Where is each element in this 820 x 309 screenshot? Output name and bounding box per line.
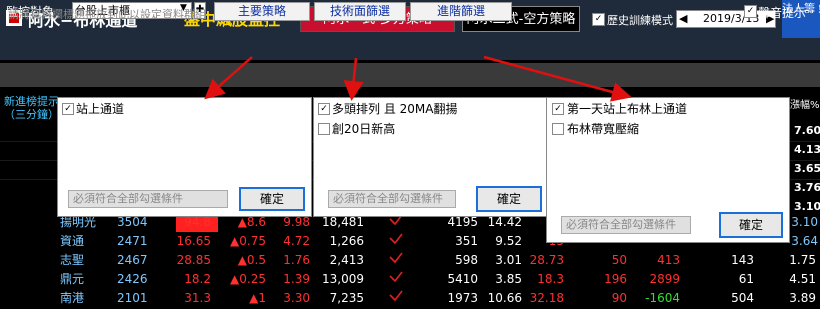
option-label: 多頭排列 且 20MA翻揚 bbox=[332, 102, 458, 116]
require-all-field: 必須符合全部勾選條件 bbox=[68, 190, 228, 208]
table-cell-pct: 1.76 bbox=[283, 253, 310, 267]
table-cell-c1: 351 bbox=[455, 234, 478, 248]
confirm-button[interactable]: 確定 bbox=[239, 187, 305, 211]
table-cell-price: 16.65 bbox=[176, 234, 211, 248]
table-cell-chg: ▲0.75 bbox=[230, 234, 266, 248]
column-header-change-pct: 漲幅% bbox=[790, 100, 820, 111]
option-label: 創20日新高 bbox=[332, 122, 396, 136]
table-cell-code: 2426 bbox=[117, 272, 148, 286]
new-list-label-line2: （三分鐘） bbox=[4, 108, 59, 121]
table-cell-c6: 61 bbox=[738, 272, 754, 286]
option-checkbox[interactable] bbox=[318, 123, 330, 135]
table-cell-c5: -1604 bbox=[645, 291, 680, 305]
confirm-button[interactable]: 確定 bbox=[719, 212, 783, 238]
table-row[interactable]: 鼎元 2426 18.2 ▲0.25 1.39 13,009 5410 3.85 18.3 196… bbox=[0, 270, 820, 289]
check-icon bbox=[386, 251, 406, 270]
table-cell-c7: 1.75 bbox=[789, 253, 816, 267]
check-icon bbox=[386, 270, 406, 289]
group-by-hint: 請將資料欄標題拖放到此以設定資料群組 bbox=[8, 8, 206, 21]
table-row[interactable]: 南港 2101 31.3 ▲1 3.30 7,235 1973 10.66 32.18 90 -16… bbox=[0, 289, 820, 308]
history-mode-checkbox[interactable]: ✓ bbox=[592, 13, 605, 26]
table-cell-c2: 9.52 bbox=[495, 234, 522, 248]
table-cell-c3: 18.3 bbox=[537, 272, 564, 286]
right-value: 3.76 bbox=[794, 181, 820, 194]
table-cell-name: 志聖 bbox=[60, 253, 85, 267]
right-value: 3.65 bbox=[794, 162, 820, 175]
table-cell-pct: 3.30 bbox=[283, 291, 310, 305]
table-cell-pct: 4.72 bbox=[283, 234, 310, 248]
check-icon bbox=[386, 232, 406, 251]
option-checkbox[interactable]: ✓ bbox=[552, 103, 564, 115]
table-cell-c4: 90 bbox=[611, 291, 627, 305]
tab-technical-filter[interactable]: 技術面篩選 bbox=[314, 2, 406, 21]
option-checkbox[interactable]: ✓ bbox=[62, 103, 74, 115]
sound-label: 聲音提示 bbox=[758, 6, 807, 20]
new-list-label: 新進榜提示 （三分鐘） bbox=[4, 95, 59, 121]
new-list-label-line1: 新進榜提示 bbox=[4, 95, 59, 108]
table-cell-c4: 50 bbox=[611, 253, 627, 267]
table-cell-price: 18.2 bbox=[184, 272, 211, 286]
tab-main-strategy[interactable]: 主要策略 bbox=[214, 2, 310, 21]
table-cell-vol: 1,266 bbox=[329, 234, 364, 248]
group-by-bar[interactable] bbox=[0, 63, 820, 87]
confirm-button[interactable]: 確定 bbox=[476, 186, 542, 212]
advanced-filter-dialog: ✓ 第一天站上布林上通道 布林帶寬壓縮 必須符合全部勾選條件 確定 bbox=[546, 97, 790, 243]
table-cell-c1: 598 bbox=[455, 253, 478, 267]
table-cell-chg: ▲0.5 bbox=[237, 253, 266, 267]
table-cell-chg: ▲0.25 bbox=[230, 272, 266, 286]
date-prev-icon[interactable]: ◀ bbox=[679, 11, 687, 27]
toolbar bbox=[0, 38, 820, 60]
require-all-field: 必須符合全部勾選條件 bbox=[561, 216, 691, 234]
table-cell-c6: 504 bbox=[731, 291, 754, 305]
option-label: 站上通道 bbox=[76, 102, 125, 116]
table-cell-c5: 413 bbox=[657, 253, 680, 267]
sound-checkbox[interactable]: ✓ bbox=[744, 5, 757, 18]
table-cell-code: 2467 bbox=[117, 253, 148, 267]
table-cell-code: 2471 bbox=[117, 234, 148, 248]
table-cell-c7: 4.51 bbox=[789, 272, 816, 286]
table-row[interactable]: 志聖 2467 28.85 ▲0.5 1.76 2,413 598 3.01 28.73 50 41… bbox=[0, 251, 820, 270]
table-cell-name: 鼎元 bbox=[60, 272, 85, 286]
table-cell-chg: ▲1 bbox=[249, 291, 266, 305]
table-cell-c2: 10.66 bbox=[487, 291, 522, 305]
table-cell-c3: 32.18 bbox=[529, 291, 564, 305]
require-all-field: 必須符合全部勾選條件 bbox=[328, 190, 456, 208]
table-cell-c1: 5410 bbox=[447, 272, 478, 286]
tab-advanced-filter[interactable]: 進階篩選 bbox=[410, 2, 512, 21]
table-cell-name: 南港 bbox=[60, 291, 85, 305]
table-cell-c1: 1973 bbox=[447, 291, 478, 305]
table-cell-name: 資通 bbox=[60, 234, 85, 248]
table-cell-pct: 1.39 bbox=[283, 272, 310, 286]
table-cell-c2: 3.01 bbox=[495, 253, 522, 267]
check-icon bbox=[386, 289, 406, 308]
option-checkbox[interactable]: ✓ bbox=[318, 103, 330, 115]
history-mode-label: 歷史訓練模式 bbox=[607, 14, 673, 27]
table-cell-c4: 196 bbox=[604, 272, 627, 286]
table-cell-c2: 3.85 bbox=[495, 272, 522, 286]
table-cell-vol: 13,009 bbox=[322, 272, 364, 286]
table-cell-c6: 143 bbox=[731, 253, 754, 267]
right-value: 4.13 bbox=[794, 143, 820, 156]
option-label: 布林帶寬壓縮 bbox=[567, 122, 640, 136]
table-cell-code: 2101 bbox=[117, 291, 148, 305]
right-value: 7.60 bbox=[794, 124, 820, 137]
option-label: 第一天站上布林上通道 bbox=[567, 102, 688, 116]
table-cell-price: 31.3 bbox=[184, 291, 211, 305]
table-cell-price: 28.85 bbox=[176, 253, 211, 267]
option-checkbox[interactable] bbox=[552, 123, 564, 135]
table-cell-c5: 2899 bbox=[649, 272, 680, 286]
main-strategy-dialog: ✓ 站上通道 必須符合全部勾選條件 確定 bbox=[57, 97, 312, 217]
table-cell-c3: 28.73 bbox=[529, 253, 564, 267]
technical-filter-dialog: ✓ 多頭排列 且 20MA翻揚 創20日新高 必須符合全部勾選條件 確定 bbox=[313, 97, 547, 217]
table-cell-vol: 2,413 bbox=[329, 253, 364, 267]
table-cell-c7: 3.89 bbox=[789, 291, 816, 305]
table-cell-vol: 7,235 bbox=[329, 291, 364, 305]
